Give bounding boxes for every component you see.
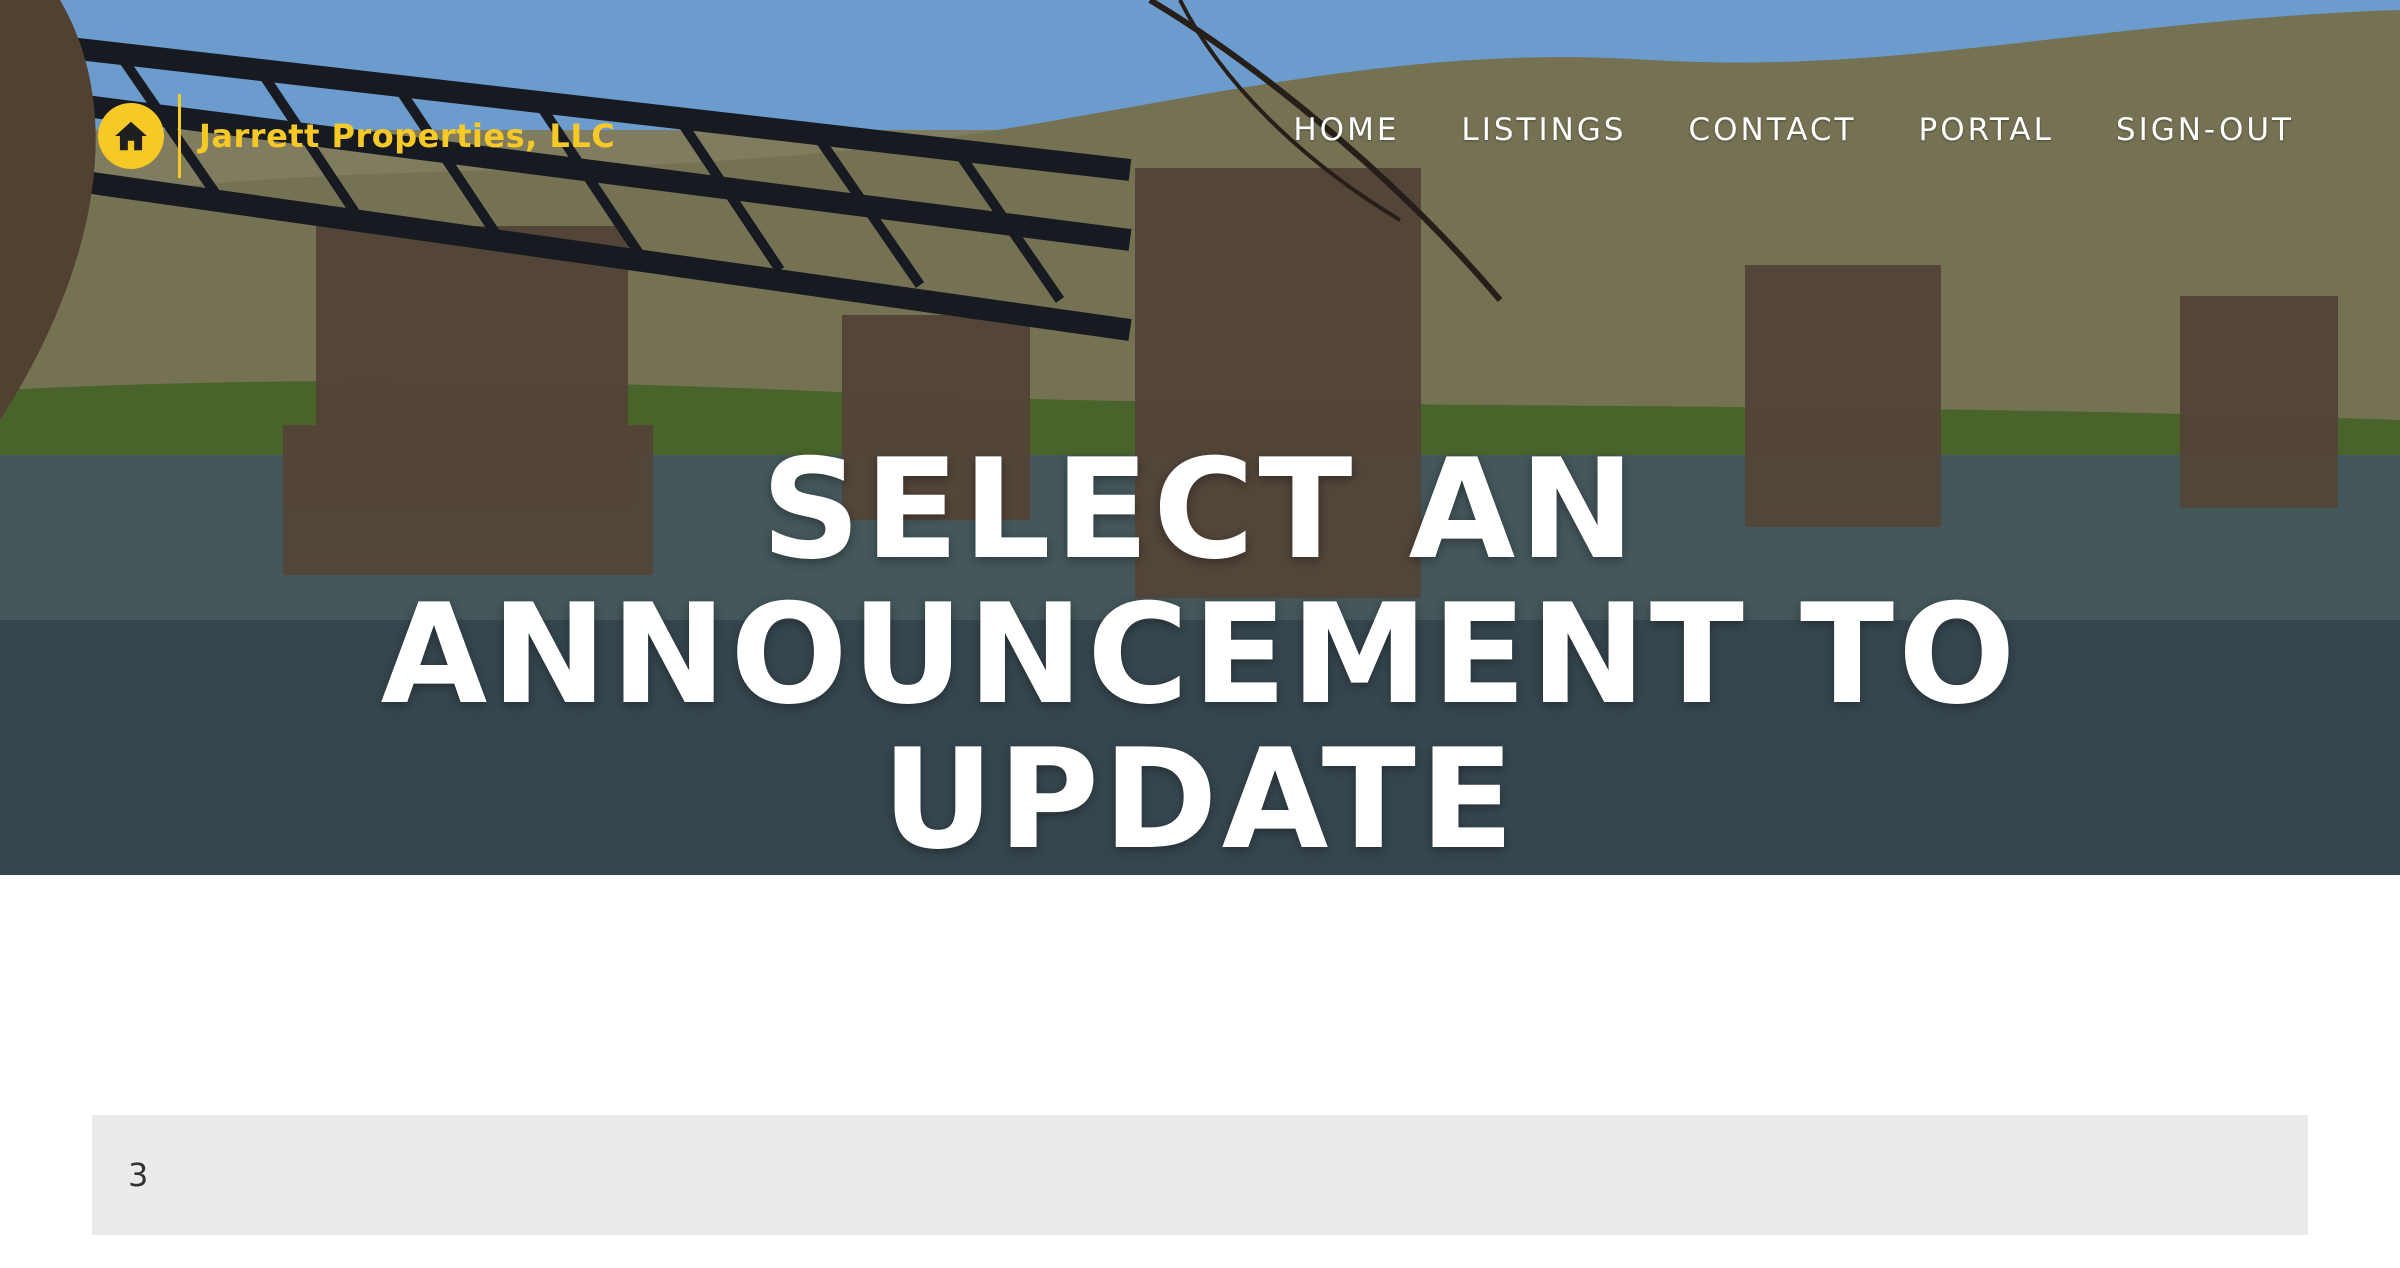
brand-logo[interactable]: Jarrett Properties, LLC [98, 93, 615, 179]
logo-divider [178, 94, 181, 178]
nav-contact[interactable]: CONTACT [1688, 112, 1856, 148]
page-title: SELECT AN ANNOUNCEMENT TO UPDATE [380, 429, 2020, 875]
announcement-select-value: 3 [128, 1156, 149, 1194]
hero-banner: Jarrett Properties, LLC HOME LISTINGS CO… [0, 0, 2400, 875]
nav-listings[interactable]: LISTINGS [1461, 112, 1626, 148]
announcement-select[interactable]: 3 [92, 1115, 2308, 1235]
nav-sign-out[interactable]: SIGN-OUT [2116, 112, 2294, 148]
brand-name: Jarrett Properties, LLC [199, 117, 616, 155]
home-icon [98, 103, 164, 169]
nav-portal[interactable]: PORTAL [1919, 112, 2054, 148]
main-navigation: HOME LISTINGS CONTACT PORTAL SIGN-OUT [1293, 112, 2294, 148]
nav-home[interactable]: HOME [1293, 112, 1399, 148]
